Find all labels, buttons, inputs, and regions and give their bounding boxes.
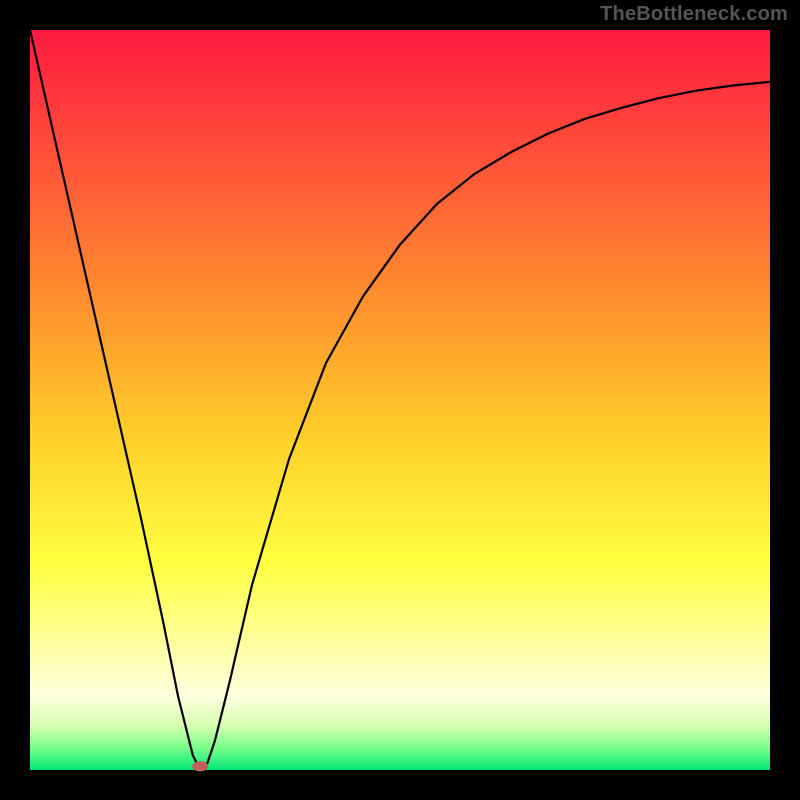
chart-svg	[0, 0, 800, 800]
watermark-text: TheBottleneck.com	[600, 3, 788, 26]
optimal-point-marker	[192, 761, 208, 771]
plot-background	[30, 30, 770, 770]
chart-frame: TheBottleneck.com	[0, 0, 800, 800]
